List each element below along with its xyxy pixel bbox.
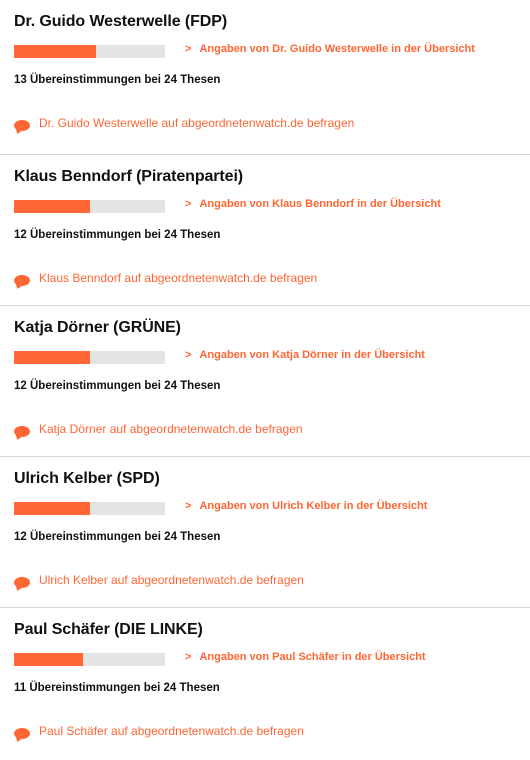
speech-bubble-icon — [14, 727, 30, 739]
candidate-card: Klaus Benndorf (Piratenpartei) > Angaben… — [0, 155, 530, 306]
match-progress-fill — [14, 200, 90, 213]
speech-bubble-icon — [14, 119, 30, 131]
candidate-name: Katja Dörner (GRÜNE) — [14, 319, 181, 336]
candidate-name: Ulrich Kelber (SPD) — [14, 470, 160, 487]
speech-bubble-icon — [14, 576, 30, 588]
ask-candidate-link[interactable]: Katja Dörner auf abgeordnetenwatch.de be… — [14, 422, 303, 437]
match-progress-bar — [14, 502, 165, 515]
chevron-right-icon: > — [185, 500, 192, 512]
ask-candidate-link[interactable]: Ulrich Kelber auf abgeordnetenwatch.de b… — [14, 573, 304, 588]
overview-link[interactable]: > Angaben von Dr. Guido Westerwelle in d… — [185, 43, 475, 55]
candidate-card: Paul Schäfer (DIE LINKE) > Angaben von P… — [0, 608, 530, 758]
overview-link-label: Angaben von Ulrich Kelber in der Übersic… — [199, 500, 428, 512]
ask-candidate-label: Dr. Guido Westerwelle auf abgeordnetenwa… — [39, 116, 355, 130]
overview-link[interactable]: > Angaben von Ulrich Kelber in der Übers… — [185, 500, 427, 512]
match-progress-fill — [14, 653, 84, 666]
candidate-card: Dr. Guido Westerwelle (FDP) > Angaben vo… — [0, 0, 530, 155]
match-count: 13 Übereinstimmungen bei 24 Thesen — [14, 74, 221, 86]
match-count: 12 Übereinstimmungen bei 24 Thesen — [14, 531, 221, 543]
match-progress-bar — [14, 653, 165, 666]
candidate-name: Paul Schäfer (DIE LINKE) — [14, 621, 203, 638]
match-progress-bar — [14, 200, 165, 213]
overview-link-label: Angaben von Katja Dörner in der Übersich… — [199, 349, 425, 361]
ask-candidate-link[interactable]: Dr. Guido Westerwelle auf abgeordnetenwa… — [14, 116, 355, 131]
ask-candidate-link[interactable]: Klaus Benndorf auf abgeordnetenwatch.de … — [14, 271, 318, 286]
ask-candidate-label: Ulrich Kelber auf abgeordnetenwatch.de b… — [39, 573, 304, 587]
match-count: 12 Übereinstimmungen bei 24 Thesen — [14, 229, 221, 241]
chevron-right-icon: > — [185, 651, 192, 663]
match-progress-fill — [14, 351, 90, 364]
overview-link-label: Angaben von Paul Schäfer in der Übersich… — [199, 651, 426, 663]
match-count: 12 Übereinstimmungen bei 24 Thesen — [14, 380, 221, 392]
overview-link-label: Angaben von Dr. Guido Westerwelle in der… — [199, 43, 475, 55]
speech-bubble-icon — [14, 425, 30, 437]
candidate-card: Ulrich Kelber (SPD) > Angaben von Ulrich… — [0, 457, 530, 608]
match-count: 11 Übereinstimmungen bei 24 Thesen — [14, 682, 220, 694]
candidate-name: Dr. Guido Westerwelle (FDP) — [14, 13, 228, 30]
chevron-right-icon: > — [185, 43, 192, 55]
overview-link-label: Angaben von Klaus Benndorf in der Übersi… — [199, 198, 441, 210]
chevron-right-icon: > — [185, 198, 192, 210]
match-progress-bar — [14, 351, 165, 364]
match-progress-bar — [14, 45, 165, 58]
ask-candidate-label: Klaus Benndorf auf abgeordnetenwatch.de … — [39, 271, 318, 285]
ask-candidate-label: Paul Schäfer auf abgeordnetenwatch.de be… — [39, 724, 304, 738]
overview-link[interactable]: > Angaben von Katja Dörner in der Übersi… — [185, 349, 425, 361]
candidate-card: Katja Dörner (GRÜNE) > Angaben von Katja… — [0, 306, 530, 457]
candidate-list: Dr. Guido Westerwelle (FDP) > Angaben vo… — [0, 0, 530, 758]
match-progress-fill — [14, 502, 90, 515]
speech-bubble-icon — [14, 274, 30, 286]
overview-link[interactable]: > Angaben von Klaus Benndorf in der Über… — [185, 198, 441, 210]
overview-link[interactable]: > Angaben von Paul Schäfer in der Übersi… — [185, 651, 426, 663]
match-progress-fill — [14, 45, 96, 58]
chevron-right-icon: > — [185, 349, 192, 361]
ask-candidate-label: Katja Dörner auf abgeordnetenwatch.de be… — [39, 422, 303, 436]
ask-candidate-link[interactable]: Paul Schäfer auf abgeordnetenwatch.de be… — [14, 724, 304, 739]
candidate-name: Klaus Benndorf (Piratenpartei) — [14, 168, 244, 185]
